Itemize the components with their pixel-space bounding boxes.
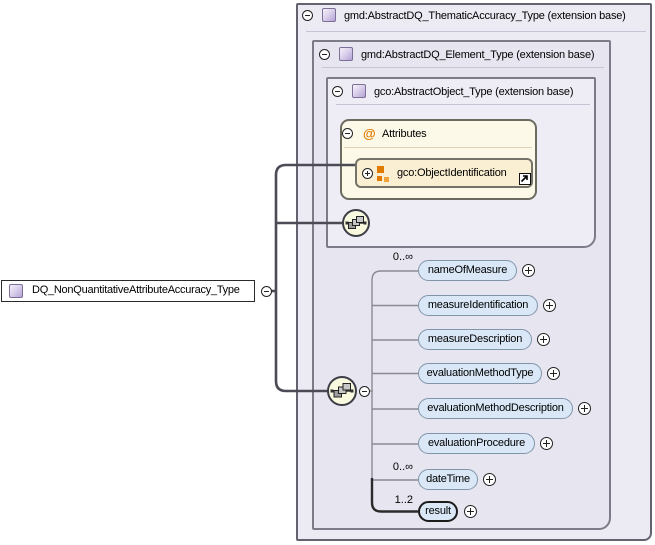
header-divider: [336, 104, 590, 105]
element-dateTime[interactable]: dateTime: [418, 469, 478, 490]
cardinality-label: 1..2: [348, 494, 413, 507]
element-measureIdentification[interactable]: measureIdentification: [418, 295, 538, 316]
attribute-item-label: gco:ObjectIdentification: [397, 166, 507, 180]
expand-toggle-icon[interactable]: [540, 437, 553, 450]
root-type-label: DQ_NonQuantitativeAttributeAccuracy_Type: [32, 281, 240, 300]
expand-toggle-icon[interactable]: [537, 333, 550, 346]
expand-toggle-icon[interactable]: [578, 402, 591, 415]
container-title: gmd:AbstractDQ_ThematicAccuracy_Type (ex…: [344, 9, 626, 23]
complex-type-icon: [339, 47, 353, 61]
reference-link-icon[interactable]: [519, 173, 531, 185]
header-divider: [306, 31, 646, 32]
complex-type-icon: [322, 8, 336, 22]
attribute-at-icon: @: [363, 127, 376, 140]
collapse-toggle-icon[interactable]: [342, 128, 353, 139]
complex-type-icon: [9, 284, 23, 298]
root-element-box[interactable]: DQ_NonQuantitativeAttributeAccuracy_Type: [1, 280, 255, 302]
sequence-icon: [327, 376, 357, 406]
expand-toggle-icon[interactable]: [522, 264, 535, 277]
expand-toggle-icon[interactable]: [547, 367, 560, 380]
complex-type-icon: [352, 84, 366, 98]
attribute-group-icon: [376, 165, 391, 183]
container-title: gco:AbstractObject_Type (extension base): [374, 85, 573, 99]
attributes-group-title: Attributes: [382, 127, 426, 141]
expand-toggle-icon[interactable]: [362, 168, 373, 179]
expand-toggle-icon[interactable]: [543, 299, 556, 312]
header-divider: [322, 67, 604, 68]
element-evaluationMethodDescription[interactable]: evaluationMethodDescription: [418, 398, 573, 419]
header-divider: [344, 147, 532, 148]
element-result[interactable]: result: [418, 501, 458, 522]
schema-diagram: gmd:AbstractDQ_ThematicAccuracy_Type (ex…: [0, 0, 655, 545]
cardinality-label: 0..∞: [348, 461, 413, 474]
collapse-toggle-icon[interactable]: [332, 86, 343, 97]
element-evaluationMethodType[interactable]: evaluationMethodType: [418, 363, 542, 384]
sequence-icon: [342, 209, 370, 237]
element-measureDescription[interactable]: measureDescription: [418, 329, 532, 350]
container-title: gmd:AbstractDQ_Element_Type (extension b…: [361, 48, 594, 62]
element-evaluationProcedure[interactable]: evaluationProcedure: [418, 433, 535, 454]
element-nameOfMeasure[interactable]: nameOfMeasure: [418, 260, 517, 281]
cardinality-label: 0..∞: [348, 251, 413, 264]
expand-toggle-icon[interactable]: [464, 505, 477, 518]
collapse-toggle-icon[interactable]: [261, 286, 272, 297]
expand-toggle-icon[interactable]: [483, 473, 496, 486]
collapse-toggle-icon[interactable]: [319, 49, 330, 60]
collapse-toggle-icon[interactable]: [359, 386, 370, 397]
collapse-toggle-icon[interactable]: [302, 10, 313, 21]
